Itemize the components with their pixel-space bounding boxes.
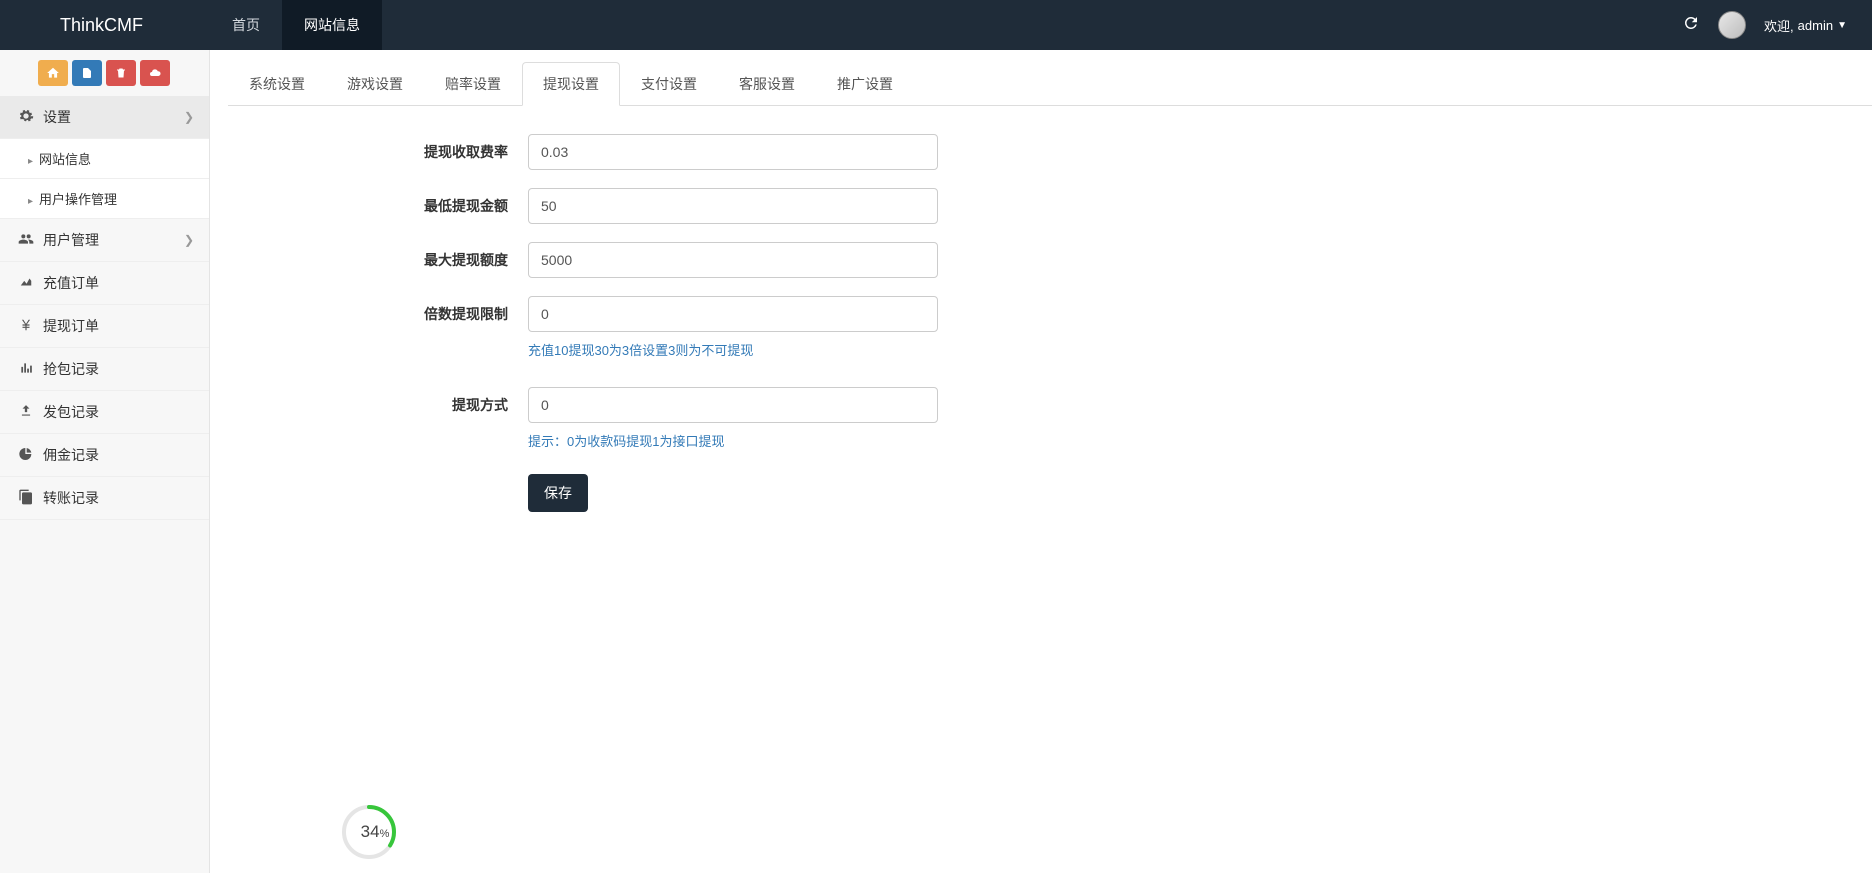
sidebar-item-label: 抢包记录	[43, 359, 99, 379]
sidebar-item-commission[interactable]: 佣金记录	[0, 434, 209, 477]
label-max-withdraw: 最大提现额度	[228, 242, 528, 270]
yen-icon	[15, 317, 37, 336]
input-fee-rate[interactable]	[528, 134, 938, 170]
home-icon-button[interactable]	[38, 60, 68, 86]
tab-odds[interactable]: 赔率设置	[424, 62, 522, 106]
tabs: 系统设置 游戏设置 赔率设置 提现设置 支付设置 客服设置 推广设置	[228, 62, 1872, 106]
topbar-right: 欢迎, admin ▼	[1682, 11, 1872, 39]
sidebar-item-grab[interactable]: 抢包记录	[0, 348, 209, 391]
save-button[interactable]: 保存	[528, 474, 588, 512]
welcome-user: admin	[1798, 18, 1833, 33]
top-nav: 首页 网站信息	[210, 0, 382, 50]
sidebar-item-send[interactable]: 发包记录	[0, 391, 209, 434]
input-multiple-limit[interactable]	[528, 296, 938, 332]
avatar[interactable]	[1718, 11, 1746, 39]
trash-icon-button[interactable]	[106, 60, 136, 86]
sidebar-item-label: 佣金记录	[43, 445, 99, 465]
hint-withdraw-method: 提示：0为收款码提现1为接口提现	[528, 431, 938, 450]
tab-promo[interactable]: 推广设置	[816, 62, 914, 106]
sidebar-item-recharge[interactable]: 充值订单	[0, 262, 209, 305]
nav-home[interactable]: 首页	[210, 0, 282, 50]
withdraw-form: 提现收取费率 最低提现金额 最大提现额度 倍数提现限制 充值10提现30为3倍设…	[228, 106, 1872, 512]
chevron-right-icon: ❯	[184, 233, 194, 247]
copy-icon	[15, 489, 37, 508]
tab-system[interactable]: 系统设置	[228, 62, 326, 106]
label-fee-rate: 提现收取费率	[228, 134, 528, 162]
gears-icon	[15, 108, 37, 127]
pie-chart-icon	[15, 446, 37, 465]
tab-game[interactable]: 游戏设置	[326, 62, 424, 106]
upload-icon	[15, 404, 37, 421]
sidebar-item-transfer[interactable]: 转账记录	[0, 477, 209, 520]
progress-suffix: %	[380, 828, 390, 840]
tab-withdraw[interactable]: 提现设置	[522, 62, 620, 106]
input-withdraw-method[interactable]	[528, 387, 938, 423]
welcome-greet: 欢迎,	[1764, 16, 1794, 35]
sidebar-btn-row	[0, 50, 209, 96]
tab-pay[interactable]: 支付设置	[620, 62, 718, 106]
chevron-right-icon: ❯	[184, 110, 194, 124]
input-max-withdraw[interactable]	[528, 242, 938, 278]
main-content: 系统设置 游戏设置 赔率设置 提现设置 支付设置 客服设置 推广设置 提现收取费…	[210, 50, 1872, 873]
brand[interactable]: ThinkCMF	[0, 15, 210, 36]
topbar: ThinkCMF 首页 网站信息 欢迎, admin ▼	[0, 0, 1872, 50]
progress-ring: 34%	[340, 803, 410, 873]
progress-value: 34	[361, 822, 380, 842]
input-min-withdraw[interactable]	[528, 188, 938, 224]
caret-down-icon: ▼	[1837, 20, 1847, 31]
hint-multiple-limit: 充值10提现30为3倍设置3则为不可提现	[528, 340, 938, 359]
label-withdraw-method: 提现方式	[228, 387, 528, 415]
nav-site-info[interactable]: 网站信息	[282, 0, 382, 50]
sidebar-item-label: 提现订单	[43, 316, 99, 336]
sidebar-item-label: 用户管理	[43, 230, 99, 250]
sidebar-item-label: 充值订单	[43, 273, 99, 293]
chart-area-icon	[15, 275, 37, 292]
bar-chart-icon	[15, 361, 37, 378]
sidebar-item-label: 发包记录	[43, 402, 99, 422]
sidebar-item-withdraw[interactable]: 提现订单	[0, 305, 209, 348]
users-icon	[15, 231, 37, 250]
cloud-icon-button[interactable]	[140, 60, 170, 86]
label-min-withdraw: 最低提现金额	[228, 188, 528, 216]
refresh-icon[interactable]	[1682, 14, 1700, 37]
sidebar-sub-user-op[interactable]: 用户操作管理	[0, 179, 209, 219]
welcome-dropdown[interactable]: 欢迎, admin ▼	[1764, 16, 1847, 35]
file-icon-button[interactable]	[72, 60, 102, 86]
sidebar-item-label: 转账记录	[43, 488, 99, 508]
sidebar-sub-site-info[interactable]: 网站信息	[0, 139, 209, 179]
sidebar-item-settings[interactable]: 设置 ❯	[0, 96, 209, 139]
sidebar-item-user-manage[interactable]: 用户管理 ❯	[0, 219, 209, 262]
tab-service[interactable]: 客服设置	[718, 62, 816, 106]
label-multiple-limit: 倍数提现限制	[228, 296, 528, 324]
sidebar: 设置 ❯ 网站信息 用户操作管理 用户管理 ❯ 充值订单 提现订单	[0, 50, 210, 873]
progress-text: 34%	[340, 803, 410, 861]
sidebar-item-label: 设置	[43, 107, 71, 127]
